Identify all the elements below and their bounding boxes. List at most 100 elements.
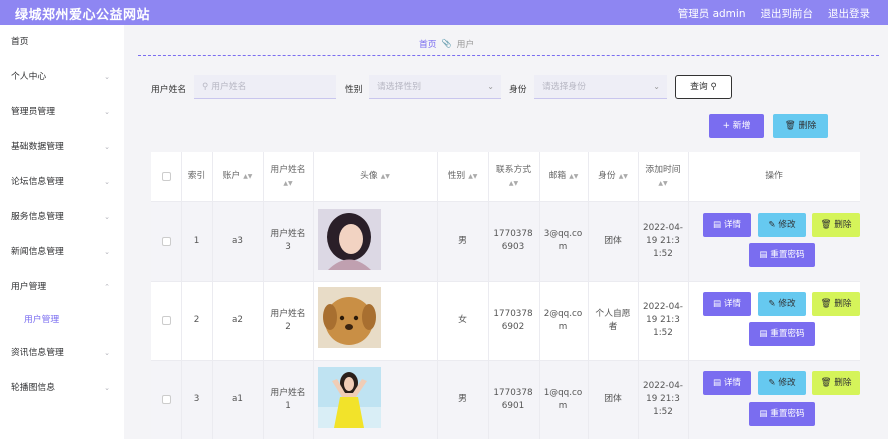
sort-icon: ▲▼ (468, 173, 478, 180)
identity-select[interactable]: 请选择身份 ⌄ (534, 75, 667, 99)
logout-link[interactable]: 退出登录 (828, 6, 870, 21)
header-email[interactable]: 邮箱 ▲▼ (539, 152, 588, 201)
cell-phone: 17703786903 (493, 229, 533, 252)
cell-email: 3@qq.com (543, 229, 583, 252)
breadcrumb-current: 用户 (456, 40, 475, 50)
header-name[interactable]: 用户姓名 ▲▼ (263, 152, 313, 201)
avatar-puppy[interactable] (318, 287, 381, 348)
delete-button[interactable]: 🗑 删除 (812, 213, 860, 237)
chevron-down-icon: ⌄ (104, 213, 110, 221)
chevron-down-icon: ⌄ (104, 248, 110, 256)
detail-button[interactable]: ▤ 详情 (703, 371, 751, 395)
name-search-input[interactable]: ⚲ 用户姓名 (194, 75, 336, 99)
reset-password-button[interactable]: ▤ 重置密码 (749, 243, 815, 267)
sort-icon: ▲▼ (283, 179, 293, 187)
row-checkbox[interactable] (151, 201, 181, 281)
doc-icon: ▤ (712, 299, 724, 309)
back-to-front-link[interactable]: 退出到前台 (761, 6, 814, 21)
sidebar-item-home[interactable]: 首页 (0, 32, 124, 52)
breadcrumb-home[interactable]: 首页 (419, 37, 437, 50)
sidebar-item-news[interactable]: 新闻信息管理 ⌄ (0, 242, 124, 262)
cell-added-time: 2022-04-19 21:31:52 (643, 222, 683, 259)
sort-icon: ▲▼ (618, 173, 628, 180)
chevron-up-icon: ⌃ (104, 283, 110, 291)
delete-button[interactable]: 🗑 删除 (812, 371, 860, 395)
detail-button[interactable]: ▤ 详情 (703, 213, 751, 237)
delete-button[interactable]: 🗑 删除 (812, 292, 860, 316)
add-button[interactable]: + 新增 (709, 114, 764, 138)
sort-icon: ▲▼ (508, 179, 519, 187)
cell-name: 用户姓名2 (270, 308, 306, 332)
admin-label: 管理员 admin (677, 8, 746, 20)
select-all-checkbox[interactable] (151, 152, 181, 201)
cell-identity: 个人自愿者 (595, 308, 631, 332)
cell-identity: 团体 (604, 394, 622, 404)
cell-name: 用户姓名3 (270, 229, 306, 252)
edit-button[interactable]: ✎ 修改 (758, 213, 806, 237)
avatar-woman-yellow-dress[interactable] (318, 367, 381, 428)
breadcrumb: 首页 📎 用户 (419, 37, 474, 50)
cell-index: 2 (193, 315, 200, 325)
doc-icon: ▤ (759, 329, 771, 339)
sidebar-item-user-management[interactable]: 用户管理 ⌃ (0, 277, 124, 297)
trash-icon: 🗑 (820, 220, 835, 230)
sidebar-item-admin-management[interactable]: 管理员管理 ⌄ (0, 102, 124, 122)
reset-password-button[interactable]: ▤ 重置密码 (749, 322, 815, 346)
search-icon: ⚲ (202, 82, 212, 92)
cell-added-time: 2022-04-19 21:31:52 (643, 381, 683, 417)
trash-icon: 🗑 (784, 121, 799, 131)
sidebar-item-forum[interactable]: 论坛信息管理 ⌄ (0, 172, 124, 192)
sidebar: 首页 个人中心 ⌄ 管理员管理 ⌄ 基础数据管理 ⌄ 论坛信息管理 ⌄ 服务信息管理 ⌄ … (0, 25, 124, 439)
header-operation: 操作 (765, 171, 783, 181)
sidebar-item-basic-data[interactable]: 基础数据管理 ⌄ (0, 137, 124, 157)
gender-label: 性别 (345, 85, 363, 95)
cell-gender: 男 (458, 394, 467, 404)
header-account[interactable]: 账户 ▲▼ (212, 152, 263, 201)
sidebar-item-service[interactable]: 服务信息管理 ⌄ (0, 207, 124, 227)
top-bar: 绿城郑州爱心公益网站 管理员 admin 退出到前台 退出登录 (0, 0, 888, 25)
plus-icon: + (722, 121, 733, 131)
cell-index: 3 (193, 394, 200, 404)
header-index: 索引 (187, 171, 206, 181)
batch-delete-button[interactable]: 🗑 删除 (773, 114, 828, 138)
search-icon: ⚲ (710, 82, 717, 92)
top-nav: 管理员 admin 退出到前台 退出登录 (678, 6, 870, 21)
identity-label: 身份 (509, 85, 527, 95)
header-gender[interactable]: 性别 ▲▼ (437, 152, 488, 201)
avatar-portrait-woman[interactable] (318, 209, 381, 270)
reset-password-button[interactable]: ▤ 重置密码 (749, 402, 815, 426)
cell-index: 1 (193, 235, 200, 246)
header-phone[interactable]: 联系方式 ▲▼ (488, 152, 539, 201)
detail-button[interactable]: ▤ 详情 (703, 292, 751, 316)
header-avatar[interactable]: 头像 ▲▼ (313, 152, 437, 201)
sidebar-item-carousel[interactable]: 轮播图信息 ⌄ (0, 378, 124, 398)
user-table: 索引 账户 ▲▼ 用户姓名 ▲▼ 头像 ▲▼ 性别 ▲▼ 联系方式 ▲▼ 邮箱 ▲▼ 身份 ▲… (151, 152, 860, 439)
chevron-down-icon: ⌄ (653, 82, 660, 91)
trash-icon: 🗑 (820, 299, 835, 309)
doc-icon: ▤ (712, 378, 724, 388)
chevron-down-icon: ⌄ (104, 143, 110, 151)
edit-button[interactable]: ✎ 修改 (758, 292, 806, 316)
query-button[interactable]: 查询 ⚲ (675, 75, 732, 99)
sidebar-subitem-user-management[interactable]: 用户管理 (0, 310, 124, 330)
cell-email: 2@qq.com (543, 308, 583, 332)
chevron-down-icon: ⌄ (487, 82, 494, 91)
main-content: 首页 📎 用户 用户姓名 ⚲ 用户姓名 性别 请选择性别 ⌄ 身份 请选择身份 ⌄ … (124, 25, 888, 439)
chevron-down-icon: ⌄ (104, 108, 110, 116)
chevron-down-icon: ⌄ (104, 73, 110, 81)
doc-icon: ▤ (759, 409, 771, 419)
clip-icon: 📎 (441, 39, 452, 48)
sidebar-item-personal-center[interactable]: 个人中心 ⌄ (0, 67, 124, 87)
sidebar-item-info[interactable]: 资讯信息管理 ⌄ (0, 343, 124, 363)
row-checkbox[interactable] (151, 281, 181, 360)
header-identity[interactable]: 身份 ▲▼ (588, 152, 638, 201)
trash-icon: 🗑 (820, 378, 835, 388)
row-checkbox[interactable] (151, 360, 181, 439)
gender-select[interactable]: 请选择性别 ⌄ (369, 75, 501, 99)
edit-button[interactable]: ✎ 修改 (758, 371, 806, 395)
header-added-time[interactable]: 添加时间 ▲▼ (638, 152, 688, 201)
cell-account: a1 (232, 394, 243, 404)
sort-icon: ▲▼ (243, 173, 253, 180)
cell-added-time: 2022-04-19 21:31:52 (643, 302, 683, 338)
divider (138, 55, 879, 56)
